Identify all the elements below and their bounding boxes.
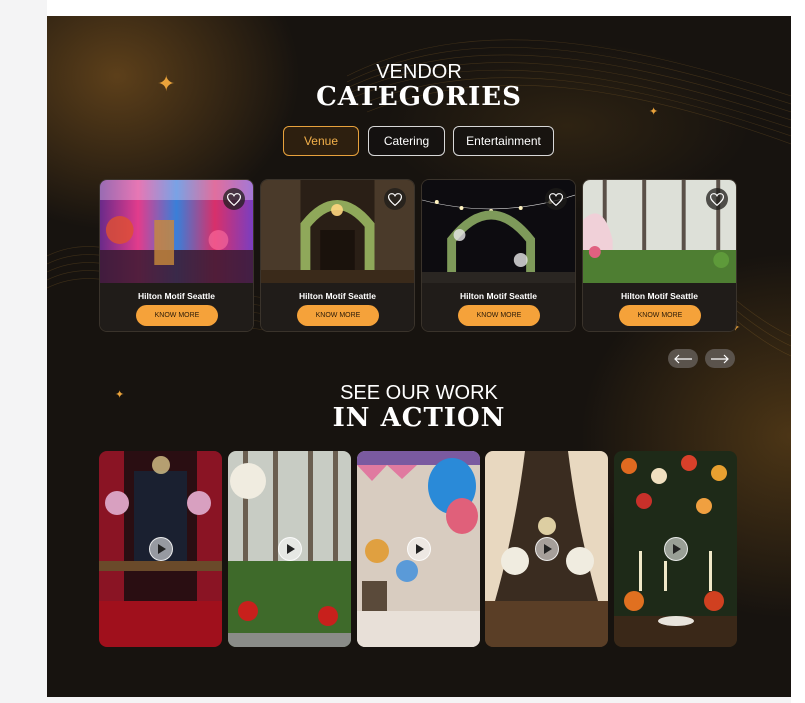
category-tabs: Venue Catering Entertainment — [47, 126, 791, 158]
vendor-title-big: CATEGORIES — [316, 82, 522, 112]
tab-catering[interactable]: Catering — [368, 126, 445, 156]
carousel-next-button[interactable] — [705, 349, 735, 368]
carousel-prev-button[interactable] — [668, 349, 698, 368]
tab-venue[interactable]: Venue — [283, 126, 359, 156]
play-button[interactable] — [148, 537, 173, 561]
know-more-button[interactable]: KNOW MORE — [619, 305, 701, 326]
favorite-button[interactable] — [223, 188, 245, 210]
vendor-card[interactable]: Hilton Motif Seattle KNOW MORE — [99, 179, 254, 332]
vendor-name: Hilton Motif Seattle — [138, 291, 215, 301]
work-video-thumbnail[interactable] — [614, 451, 737, 647]
work-video-thumbnail[interactable] — [228, 451, 351, 647]
top-strip — [47, 0, 791, 16]
know-more-button[interactable]: KNOW MORE — [297, 305, 379, 326]
know-more-button[interactable]: KNOW MORE — [458, 305, 540, 326]
favorite-button[interactable] — [706, 188, 728, 210]
work-video-thumbnail[interactable] — [99, 451, 222, 647]
vendor-name: Hilton Motif Seattle — [460, 291, 537, 301]
arrow-right-icon — [711, 354, 729, 363]
work-title-small: SEE OUR WORK — [340, 382, 498, 404]
heart-icon — [549, 192, 563, 206]
heart-icon — [388, 192, 402, 206]
arrow-left-icon — [674, 354, 692, 363]
card-footer: Hilton Motif Seattle KNOW MORE — [261, 283, 414, 331]
card-footer: Hilton Motif Seattle KNOW MORE — [100, 283, 253, 331]
right-strip — [791, 0, 805, 703]
heart-icon — [227, 192, 241, 206]
vendor-name: Hilton Motif Seattle — [621, 291, 698, 301]
play-button[interactable] — [406, 537, 431, 561]
work-title-big: IN ACTION — [332, 403, 506, 433]
play-button[interactable] — [663, 537, 688, 561]
vendor-card[interactable]: Hilton Motif Seattle KNOW MORE — [260, 179, 415, 332]
vendor-title-small: VENDOR — [376, 61, 462, 83]
know-more-button[interactable]: KNOW MORE — [136, 305, 218, 326]
favorite-button[interactable] — [384, 188, 406, 210]
vendor-name: Hilton Motif Seattle — [299, 291, 376, 301]
play-icon — [157, 544, 166, 554]
play-button[interactable] — [277, 537, 302, 561]
play-icon — [543, 544, 552, 554]
heart-icon — [710, 192, 724, 206]
vendor-card[interactable]: Hilton Motif Seattle KNOW MORE — [421, 179, 576, 332]
play-icon — [415, 544, 424, 554]
card-footer: Hilton Motif Seattle KNOW MORE — [583, 283, 736, 331]
favorite-button[interactable] — [545, 188, 567, 210]
play-icon — [672, 544, 681, 554]
work-video-thumbnail[interactable] — [485, 451, 608, 647]
vendor-card[interactable]: Hilton Motif Seattle KNOW MORE — [582, 179, 737, 332]
work-video-thumbnail[interactable] — [357, 451, 480, 647]
main-panel: ✦ ✦ ✦ ✦ VENDOR CATEGORIES Venue Catering… — [47, 16, 791, 697]
card-footer: Hilton Motif Seattle KNOW MORE — [422, 283, 575, 331]
play-button[interactable] — [534, 537, 559, 561]
play-icon — [286, 544, 295, 554]
tab-entertainment[interactable]: Entertainment — [453, 126, 554, 156]
